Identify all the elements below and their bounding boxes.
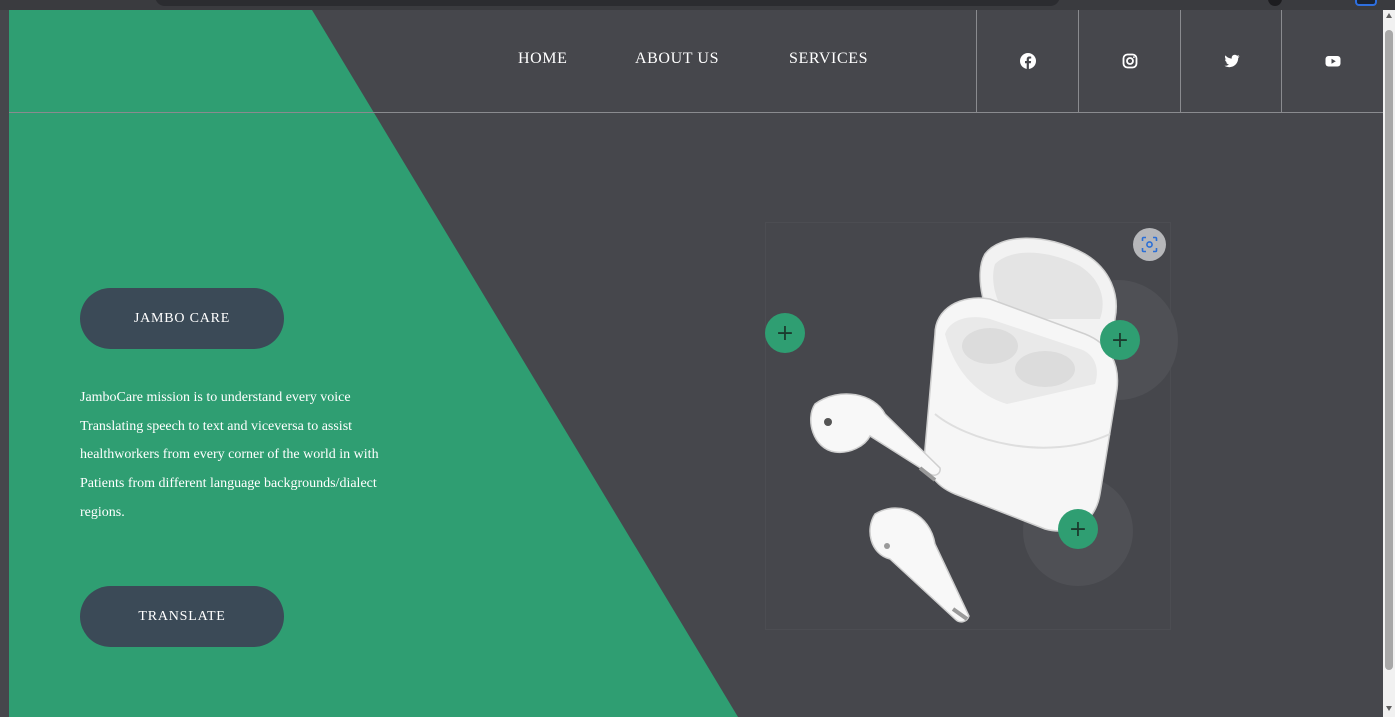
address-bar[interactable] (155, 0, 1060, 6)
facebook-icon (1019, 53, 1036, 69)
scroll-down-arrow-icon[interactable] (1386, 706, 1392, 711)
product-hotspot-left[interactable]: + (765, 313, 805, 353)
youtube-icon (1325, 56, 1340, 67)
extension-icon[interactable] (1268, 0, 1282, 6)
mission-line: JamboCare mission is to understand every… (80, 390, 351, 405)
website-viewport: HOME ABOUT US SERVICES JAMBO CARE JamboC… (9, 10, 1383, 717)
instagram-icon (1122, 53, 1137, 69)
facebook-link[interactable] (976, 10, 1078, 112)
page-scrollbar[interactable] (1383, 10, 1395, 717)
profile-icon[interactable] (1355, 0, 1377, 6)
scroll-up-arrow-icon[interactable] (1386, 13, 1392, 18)
mission-line: Translating speech to text and viceversa… (80, 418, 353, 434)
window-edge (0, 10, 9, 717)
product-hotspot-bottom[interactable]: + (1058, 509, 1098, 549)
twitter-link[interactable] (1180, 10, 1282, 112)
mission-line: healthworkers from every corner of the w… (80, 447, 379, 463)
product-hotspot-case[interactable]: + (1100, 320, 1140, 360)
youtube-link[interactable] (1281, 10, 1383, 112)
lens-scan-icon (1141, 236, 1158, 253)
mission-line: Patients from different language backgro… (80, 476, 377, 492)
lens-scan-button[interactable] (1133, 228, 1166, 261)
twitter-icon (1224, 54, 1239, 68)
translate-button[interactable]: TRANSLATE (80, 586, 284, 647)
mission-text: JamboCare mission is to understand every… (80, 384, 440, 528)
instagram-link[interactable] (1078, 10, 1180, 112)
nav-about-us[interactable]: ABOUT US (635, 50, 719, 68)
mission-line: regions. (80, 504, 125, 520)
scroll-thumb[interactable] (1385, 30, 1393, 670)
header-divider (9, 112, 1383, 113)
browser-toolbar (0, 0, 1395, 10)
nav-services[interactable]: SERVICES (789, 50, 868, 68)
nav-home[interactable]: HOME (518, 50, 568, 68)
earbuds-product-image (810, 237, 1119, 623)
jambo-care-button[interactable]: JAMBO CARE (80, 288, 284, 349)
